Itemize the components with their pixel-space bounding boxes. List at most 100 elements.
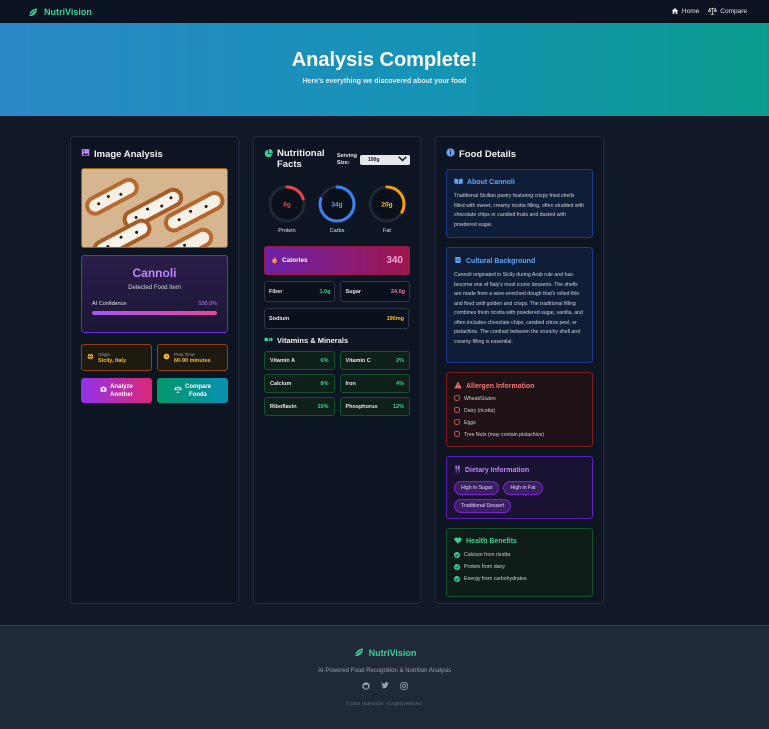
footer-copyright: © 2024 NutriVision. All rights reserved.	[345, 701, 424, 706]
image-icon	[81, 148, 90, 160]
dietary-tag: Traditional Dessert	[454, 499, 512, 513]
shield-icon	[454, 430, 460, 439]
sodium-value: 190mg	[386, 315, 404, 322]
dietary-title: Dietary Information	[465, 466, 530, 474]
sugar-label: Sugar	[345, 288, 362, 295]
globe-icon	[87, 353, 94, 362]
twitter-icon[interactable]	[380, 682, 389, 692]
benefit-item: Protein from dairy	[454, 564, 585, 570]
analyze-button-line1: Analyze	[110, 383, 133, 390]
pills-icon	[264, 336, 273, 345]
serving-size: Serving Size: 100g	[337, 153, 410, 167]
about-section: About Cannoli Traditional Sicilian pastr…	[446, 169, 593, 238]
shield-icon	[454, 418, 460, 427]
clock-icon	[163, 353, 170, 362]
origin-label: Origin	[98, 351, 111, 357]
sodium-label: Sodium	[269, 315, 290, 322]
hero-banner: Analysis Complete! Here's everything we …	[0, 23, 769, 116]
serving-label-line2: Size:	[336, 160, 350, 166]
check-icon	[454, 552, 460, 558]
confidence-value: 100.0%	[198, 301, 217, 307]
carbs-ring: 34g Carbs	[317, 184, 357, 234]
footer-brand: NutriVision	[353, 646, 416, 660]
culture-text: Cannoli originated in Sicily during Arab…	[454, 272, 583, 345]
fiber-box: Fiber 1.0g	[264, 281, 336, 302]
card-title-line2: Facts	[277, 159, 302, 170]
carbs-ring-graphic: 34g	[318, 185, 356, 223]
vitamin-value: 2%	[396, 357, 404, 364]
main-content: Image Analysis Cannoli Detected Food Ite…	[0, 116, 769, 625]
image-analysis-card: Image Analysis Cannoli Detected Food Ite…	[70, 136, 239, 604]
book-icon	[454, 178, 463, 187]
footer-tagline: AI-Powered Food Recognition & Nutrition …	[317, 668, 452, 674]
sugar-box: Sugar 24.0g	[340, 281, 410, 302]
serving-label-line1: Serving	[336, 153, 357, 159]
benefit-item: Calcium from ricotta	[454, 552, 585, 558]
leaf-icon	[353, 646, 365, 660]
compare-button-line2: Foods	[188, 391, 207, 398]
carbs-value: 34g	[331, 202, 342, 209]
dietary-section: Dietary Information High in Sugar High i…	[446, 456, 593, 519]
vitamin-item: Phosphorus 12%	[339, 397, 410, 416]
calories-value: 340	[386, 255, 403, 266]
analyze-button-line2: Another	[110, 391, 133, 398]
check-icon	[454, 576, 460, 582]
vitamins-grid: Vitamin A 6% Vitamin C 2% Calcium 8% Iron 4%…	[264, 351, 410, 416]
leaf-icon	[26, 5, 40, 19]
carbs-label: Carbs	[329, 228, 345, 234]
github-icon[interactable]	[361, 682, 370, 692]
vitamin-item: Riboflavin 10%	[264, 397, 335, 416]
card-title: Food Details	[459, 148, 517, 160]
allergen-label: Eggs	[464, 420, 476, 426]
nav-link-label: Compare	[720, 8, 747, 15]
vitamin-label: Vitamin A	[270, 357, 296, 364]
food-name: Cannoli	[132, 266, 177, 280]
warning-icon	[454, 381, 462, 391]
compare-icon	[708, 7, 718, 17]
nutrition-card: Nutritional Facts Serving Size: 100g 6g Pr…	[253, 136, 421, 604]
vitamin-item: Vitamin C 2%	[339, 351, 410, 370]
fat-label: Fat	[383, 228, 391, 234]
instagram-icon[interactable]	[399, 682, 408, 692]
prep-label: Prep Time	[174, 351, 195, 357]
allergen-title: Allergen Information	[466, 382, 535, 390]
info-icon	[446, 148, 455, 160]
confidence-label: AI Confidence	[92, 301, 127, 307]
cultural-section: Cultural Background Cannoli originated i…	[446, 247, 593, 363]
protein-label: Protein	[278, 228, 296, 234]
vitamins-title: Vitamins & Minerals	[277, 336, 349, 345]
fat-value: 20g	[381, 202, 392, 209]
allergen-label: Tree Nuts (may contain pistachios)	[464, 432, 544, 438]
allergen-label: Wheat/Gluten	[464, 396, 496, 402]
about-text: Traditional Sicilian pastry featuring cr…	[454, 193, 585, 228]
allergen-item: Dairy (ricotta)	[454, 406, 585, 415]
brand[interactable]: NutriVision	[26, 5, 92, 19]
macro-rings: 6g Protein 34g Carbs 20g Fat	[264, 184, 410, 234]
shield-icon	[454, 394, 460, 403]
allergen-label: Dairy (ricotta)	[464, 408, 496, 414]
nav-link-compare[interactable]: Compare	[708, 7, 747, 17]
vitamin-item: Vitamin A 6%	[264, 351, 335, 370]
serving-size-value: 100g	[368, 157, 380, 163]
heart-icon	[454, 537, 462, 546]
fat-ring: 20g Fat	[367, 184, 407, 234]
serving-size-select[interactable]: 100g	[360, 155, 410, 165]
vitamin-value: 8%	[320, 380, 329, 387]
compare-foods-button[interactable]: Compare Foods	[157, 378, 228, 403]
nav-link-home[interactable]: Home	[671, 7, 699, 17]
shield-icon	[454, 406, 460, 415]
allergen-item: Tree Nuts (may contain pistachios)	[454, 430, 585, 439]
top-nav: NutriVision Home Compare	[0, 0, 769, 23]
health-section: Health Benefits Calcium from ricotta Pro…	[446, 528, 593, 597]
culture-title: Cultural Background	[466, 257, 536, 265]
analyze-another-button[interactable]: Analyze Another	[81, 378, 152, 403]
calories-box: Calories 340	[264, 246, 410, 275]
vitamin-item: Calcium 8%	[264, 374, 335, 393]
vitamin-label: Phosphorus	[345, 403, 378, 410]
sodium-box: Sodium 190mg	[264, 308, 409, 329]
fat-ring-graphic: 20g	[368, 185, 406, 223]
about-title: About Cannoli	[467, 179, 515, 186]
vitamin-value: 12%	[392, 403, 404, 410]
flame-icon	[271, 255, 278, 266]
vitamin-item: Iron 4%	[339, 374, 410, 393]
